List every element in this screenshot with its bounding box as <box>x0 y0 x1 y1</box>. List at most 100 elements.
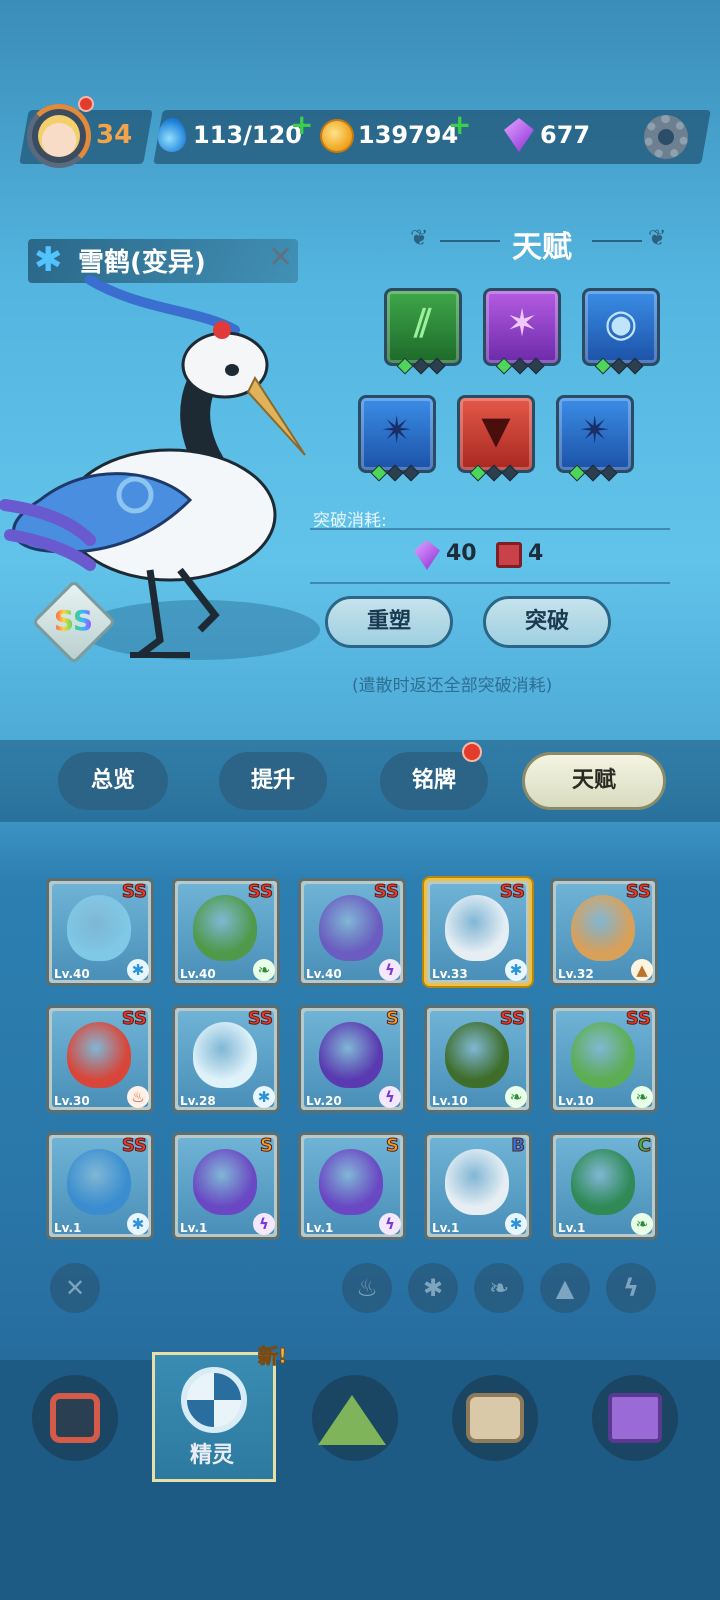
earth-filter-icon[interactable]: ▲ <box>540 1263 590 1313</box>
title-ornament-left: ❦ <box>410 226 429 251</box>
energy-value: 113/120 <box>193 121 302 149</box>
claw-slash-icon: ⫽ <box>414 301 432 345</box>
creature-card[interactable]: SS Lv.1 ✱ <box>46 1132 154 1240</box>
creature-portrait <box>67 895 131 961</box>
title-line-left <box>440 240 500 242</box>
add-energy-button[interactable]: + <box>290 108 313 141</box>
card-rank: SS <box>121 1008 147 1030</box>
card-level: Lv.1 <box>306 1221 334 1235</box>
rank-badge-label: SS <box>54 604 94 637</box>
creature-portrait <box>445 1022 509 1088</box>
card-level: Lv.40 <box>180 967 216 981</box>
title-line-right <box>592 240 642 242</box>
grass-element-icon: ❧ <box>253 959 275 981</box>
creature-card[interactable]: S Lv.1 ϟ <box>298 1132 406 1240</box>
energy-drop-icon <box>158 118 186 152</box>
creature-card[interactable]: SS Lv.40 ✱ <box>46 878 154 986</box>
eye-icon: ◉ <box>604 301 638 345</box>
divider <box>310 582 670 584</box>
card-level: Lv.10 <box>558 1094 594 1108</box>
talent-claw-slash[interactable]: ⫽ <box>384 288 462 375</box>
grass-filter-icon[interactable]: ❧ <box>474 1263 524 1313</box>
creature-card[interactable]: S Lv.1 ϟ <box>172 1132 280 1240</box>
star-burst-icon: ✶ <box>506 301 538 345</box>
card-level: Lv.20 <box>306 1094 342 1108</box>
card-rank: SS <box>121 881 147 903</box>
creature-card[interactable]: SS Lv.40 ❧ <box>172 878 280 986</box>
creature-card[interactable]: SS Lv.32 ▲ <box>550 878 658 986</box>
thunder-filter-icon[interactable]: ϟ <box>606 1263 656 1313</box>
device-icon <box>50 1393 100 1443</box>
creature-portrait <box>67 1149 131 1215</box>
talent-eye[interactable]: ◉ <box>582 288 660 375</box>
card-rank: SS <box>247 1008 273 1030</box>
break-button[interactable]: 突破 <box>483 596 611 648</box>
creature-portrait <box>67 1022 131 1088</box>
divider <box>310 528 670 530</box>
creature-portrait <box>571 895 635 961</box>
creature-card[interactable]: SS Lv.10 ❧ <box>424 1005 532 1113</box>
creature-card[interactable]: SS Lv.30 ♨ <box>46 1005 154 1113</box>
nav-spirits-label: 精灵 <box>190 1443 235 1468</box>
talent-title: 天赋 <box>512 230 572 265</box>
creature-portrait <box>445 1149 509 1215</box>
card-rank: S <box>386 1135 400 1157</box>
card-rank: SS <box>625 881 651 903</box>
nav-chest[interactable] <box>452 1375 538 1461</box>
creature-card[interactable]: SS Lv.28 ✱ <box>172 1005 280 1113</box>
card-rank: S <box>386 1008 400 1030</box>
clear-filter-icon[interactable]: ✕ <box>50 1263 100 1313</box>
creature-card[interactable]: C Lv.1 ❧ <box>550 1132 658 1240</box>
card-level: Lv.1 <box>180 1221 208 1235</box>
thunder-element-icon: ϟ <box>379 1086 401 1108</box>
reshape-button[interactable]: 重塑 <box>325 596 453 648</box>
creature-portrait <box>319 1022 383 1088</box>
nav-device[interactable] <box>32 1375 118 1461</box>
card-rank: SS <box>373 881 399 903</box>
tab-talent[interactable]: 天赋 <box>522 752 666 810</box>
card-level: Lv.40 <box>306 967 342 981</box>
card-level: Lv.1 <box>432 1221 460 1235</box>
title-ornament-right: ❦ <box>648 226 667 251</box>
creature-card[interactable]: S Lv.20 ϟ <box>298 1005 406 1113</box>
creature-portrait <box>571 1149 635 1215</box>
talent-star-burst[interactable]: ✶ <box>483 288 561 375</box>
tab-upgrade[interactable]: 提升 <box>219 752 327 810</box>
card-rank: S <box>260 1135 274 1157</box>
mountain-icon <box>318 1395 386 1445</box>
nav-map[interactable] <box>592 1375 678 1461</box>
player-level: 34 <box>96 120 133 150</box>
creature-card[interactable]: SS Lv.33 ✱ <box>424 878 532 986</box>
creature-card[interactable]: B Lv.1 ✱ <box>424 1132 532 1240</box>
spike-icon: ✴ <box>381 408 413 452</box>
break-refund-note: (遣散时返还全部突破消耗) <box>352 676 553 696</box>
card-level: Lv.33 <box>432 967 468 981</box>
creature-card[interactable]: SS Lv.40 ϟ <box>298 878 406 986</box>
card-rank: SS <box>499 881 525 903</box>
tab-overview[interactable]: 总览 <box>58 752 168 810</box>
fire-filter-icon[interactable]: ♨ <box>342 1263 392 1313</box>
creature-portrait <box>571 1022 635 1088</box>
card-rank: SS <box>247 881 273 903</box>
grass-element-icon: ❧ <box>505 1086 527 1108</box>
ice-element-icon: ✱ <box>127 959 149 981</box>
creature-card[interactable]: SS Lv.10 ❧ <box>550 1005 658 1113</box>
settings-gear-icon[interactable] <box>644 115 688 159</box>
creature-portrait <box>193 895 257 961</box>
fire-element-icon: ♨ <box>127 1086 149 1108</box>
card-rank: SS <box>625 1008 651 1030</box>
creature-portrait <box>193 1149 257 1215</box>
creature-portrait <box>193 1022 257 1088</box>
ice-element-icon: ✱ <box>505 959 527 981</box>
talent-fang[interactable]: ▼ <box>457 395 535 482</box>
creature-portrait <box>319 1149 383 1215</box>
add-coins-button[interactable]: + <box>448 108 471 141</box>
talent-spike-2[interactable]: ✴ <box>556 395 634 482</box>
talent-spike-1[interactable]: ✴ <box>358 395 436 482</box>
earth-element-icon: ▲ <box>631 959 653 981</box>
grass-element-icon: ❧ <box>631 1213 653 1235</box>
nav-explore[interactable] <box>312 1375 398 1461</box>
ice-filter-icon[interactable]: ✱ <box>408 1263 458 1313</box>
card-level: Lv.1 <box>558 1221 586 1235</box>
talent-book-icon <box>496 542 522 568</box>
